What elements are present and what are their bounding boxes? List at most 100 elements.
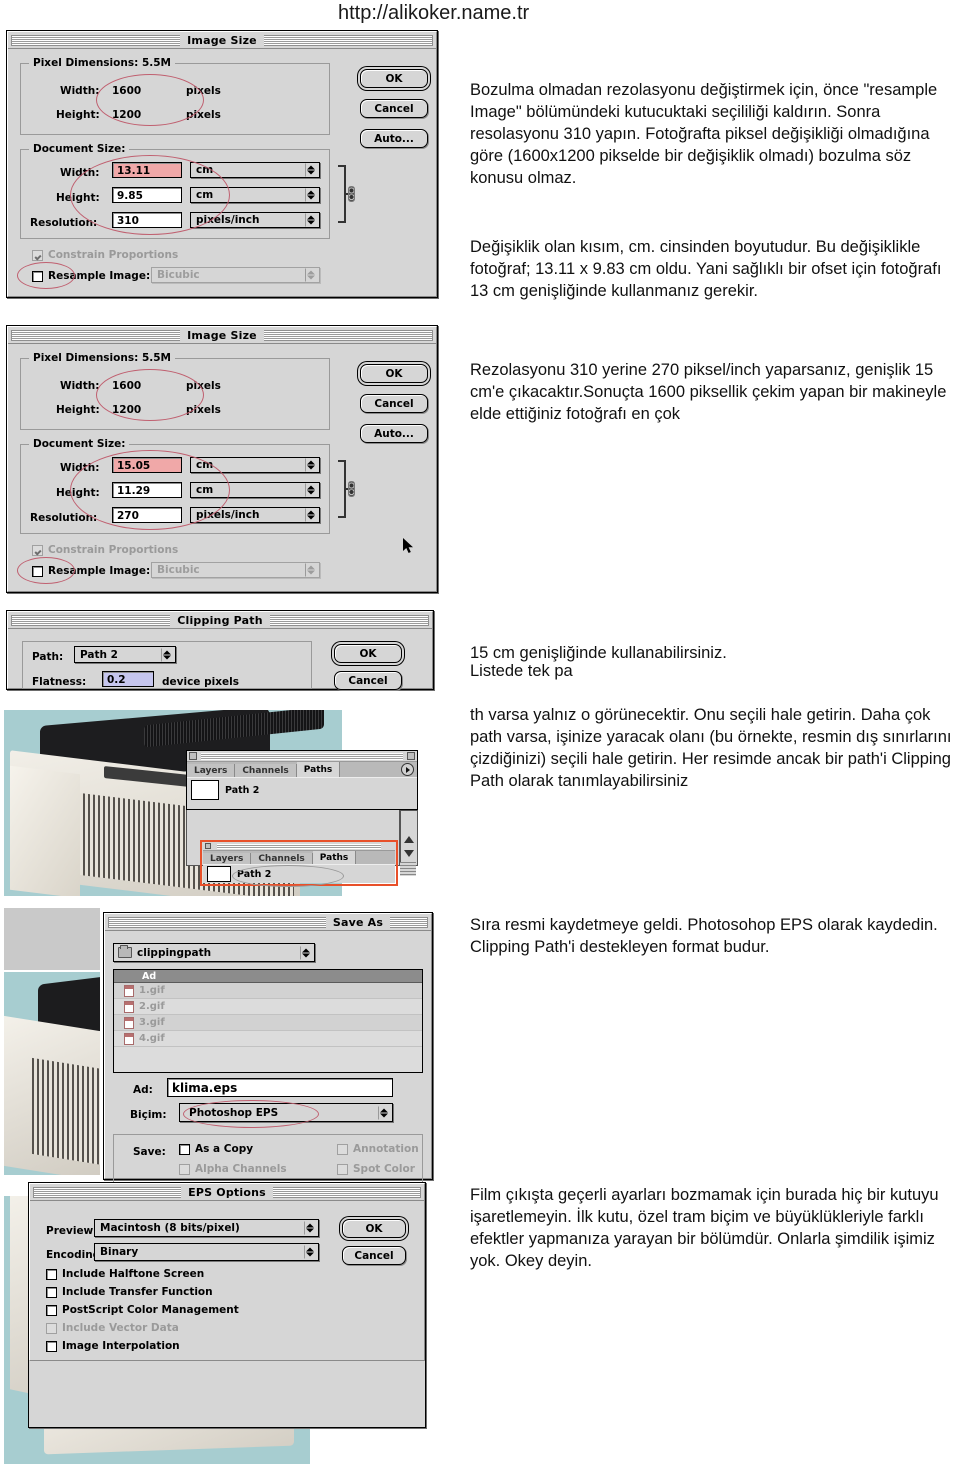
palette-titlebar[interactable] — [203, 843, 395, 851]
file-list-column-header[interactable]: Ad — [114, 970, 422, 983]
tab-channels[interactable]: Channels — [251, 853, 313, 864]
resample-image-checkbox[interactable]: Resample Image: — [32, 565, 150, 577]
mouse-cursor-icon — [403, 538, 413, 553]
checkbox-box — [32, 270, 43, 282]
doc-resolution-unit-select[interactable]: pixels/inch — [190, 212, 320, 228]
save-as-dialog[interactable]: Save As clippingpath Ad 1.gif 2.gif 3.gi… — [103, 912, 433, 1194]
cancel-button[interactable]: Cancel — [342, 1246, 406, 1265]
paragraph-2: Değişiklik olan kısım, cm. cinsinden boy… — [470, 238, 942, 300]
pixel-height-unit: pixels — [186, 109, 221, 121]
resample-method-select[interactable]: Bicubic — [151, 562, 320, 578]
resample-image-checkbox[interactable]: Resample Image: — [32, 270, 150, 282]
alpha-channels-checkbox[interactable]: Alpha Channels — [179, 1163, 287, 1175]
annotations-checkbox[interactable]: Annotation — [337, 1143, 419, 1155]
paths-palette-top[interactable]: Layers Channels Paths Path 2 — [186, 750, 418, 810]
cancel-button[interactable]: Cancel — [334, 671, 402, 690]
preview-select[interactable]: Macintosh (8 bits/pixel) — [94, 1219, 319, 1237]
doc-height-input[interactable]: 11.29 — [112, 482, 182, 498]
gif-file-icon — [124, 984, 134, 997]
ok-button[interactable]: OK — [342, 1219, 406, 1238]
doc-width-input[interactable]: 15.05 — [112, 457, 182, 473]
tab-channels[interactable]: Channels — [235, 764, 297, 777]
eps-options-panel-extension — [28, 1361, 426, 1428]
tab-layers[interactable]: Layers — [203, 853, 252, 864]
zoom-box-icon[interactable] — [407, 752, 415, 760]
pixel-dimensions-legend: Pixel Dimensions: 5.5M — [29, 352, 175, 364]
location-select[interactable]: clippingpath — [113, 943, 315, 962]
chevron-updown-icon — [378, 1106, 389, 1119]
doc-resolution-input[interactable]: 310 — [112, 212, 182, 228]
doc-resolution-input[interactable]: 270 — [112, 507, 182, 523]
auto-button[interactable]: Auto... — [360, 424, 428, 443]
tab-paths[interactable]: Paths — [296, 762, 341, 777]
cancel-button[interactable]: Cancel — [360, 99, 428, 118]
include-halftone-screen-checkbox[interactable]: Include Halftone Screen — [46, 1268, 204, 1280]
dialog-title: Clipping Path — [170, 613, 270, 627]
preview-value: Macintosh (8 bits/pixel) — [100, 1222, 240, 1234]
spot-color-label: Spot Color — [353, 1163, 415, 1175]
paths-palette-bottom[interactable]: Layers Channels Paths Path 2 — [203, 843, 395, 883]
file-list-item[interactable]: 4.gif — [114, 1031, 422, 1047]
constrain-proportions-checkbox[interactable]: Constrain Proportions — [32, 544, 178, 556]
ok-button[interactable]: OK — [334, 644, 402, 663]
tab-layers[interactable]: Layers — [187, 764, 236, 777]
file-name: 1.gif — [139, 985, 165, 996]
include-transfer-function-checkbox[interactable]: Include Transfer Function — [46, 1286, 213, 1298]
tab-paths[interactable]: Paths — [312, 851, 357, 864]
folder-icon — [118, 945, 132, 958]
as-a-copy-checkbox[interactable]: As a Copy — [179, 1143, 253, 1155]
palette-tabs[interactable]: Layers Channels Paths — [187, 762, 417, 777]
path-select[interactable]: Path 2 — [74, 646, 176, 663]
doc-width-input[interactable]: 13.11 — [112, 162, 182, 178]
scrollbar-down-arrow-icon[interactable] — [404, 850, 414, 857]
palette-titlebar[interactable] — [187, 751, 417, 762]
doc-resolution-unit-select[interactable]: pixels/inch — [190, 507, 320, 523]
path-name: Path 2 — [237, 868, 272, 880]
flatness-input[interactable]: 0.2 — [102, 671, 154, 687]
doc-height-unit-value: cm — [196, 189, 214, 201]
gif-file-icon — [124, 1032, 134, 1045]
annotations-label: Annotation — [353, 1143, 419, 1155]
file-list[interactable]: Ad 1.gif 2.gif 3.gif 4.gif — [113, 969, 423, 1073]
auto-button[interactable]: Auto... — [360, 129, 428, 148]
doc-width-unit-select[interactable]: cm — [190, 162, 320, 178]
dialog-title: Image Size — [180, 33, 264, 47]
ok-button[interactable]: OK — [360, 364, 428, 383]
file-name: 3.gif — [139, 1017, 165, 1028]
pixel-width-value: 1600 — [112, 85, 142, 97]
palette-side-icon[interactable] — [400, 862, 416, 876]
doc-height-input[interactable]: 9.85 — [112, 187, 182, 203]
scrollbar-up-arrow-icon[interactable] — [404, 836, 414, 843]
file-name-input[interactable]: klima.eps — [167, 1078, 393, 1097]
pixel-width-unit: pixels — [186, 380, 221, 392]
palette-menu-icon[interactable] — [401, 763, 414, 776]
doc-height-unit-select[interactable]: cm — [190, 482, 320, 498]
palette-tabs[interactable]: Layers Channels Paths — [203, 851, 395, 864]
file-list-item[interactable]: 1.gif — [114, 983, 422, 999]
doc-width-unit-select[interactable]: cm — [190, 457, 320, 473]
constrain-proportions-checkbox[interactable]: Constrain Proportions — [32, 249, 178, 261]
encoding-select[interactable]: Binary — [94, 1243, 319, 1261]
file-list-item[interactable]: 2.gif — [114, 999, 422, 1015]
image-size-dialog-2[interactable]: Image Size Pixel Dimensions: 5.5M Width:… — [6, 325, 438, 593]
cancel-button[interactable]: Cancel — [360, 394, 428, 413]
clipping-path-dialog[interactable]: Clipping Path Path: Path 2 Flatness: 0.2… — [6, 610, 434, 690]
format-select[interactable]: Photoshop EPS — [179, 1103, 393, 1122]
doc-resolution-label: Resolution: — [30, 512, 98, 524]
checkbox-box — [179, 1163, 190, 1175]
resample-method-select[interactable]: Bicubic — [151, 267, 320, 283]
eps-options-dialog[interactable]: EPS Options Preview: Macintosh (8 bits/p… — [28, 1182, 426, 1362]
image-size-dialog-1[interactable]: Image Size Pixel Dimensions: 5.5M Width:… — [6, 30, 438, 298]
postscript-color-management-checkbox[interactable]: PostScript Color Management — [46, 1304, 239, 1316]
path-list-item[interactable]: Path 2 — [187, 777, 417, 802]
collapse-box-icon[interactable] — [205, 843, 211, 849]
chevron-updown-icon — [304, 1245, 315, 1259]
file-list-item[interactable]: 3.gif — [114, 1015, 422, 1031]
path-list-item[interactable]: Path 2 — [203, 864, 395, 883]
doc-height-unit-select[interactable]: cm — [190, 187, 320, 203]
ok-button[interactable]: OK — [360, 69, 428, 88]
collapse-box-icon[interactable] — [189, 752, 197, 760]
pixel-height-value: 1200 — [112, 404, 142, 416]
image-interpolation-checkbox[interactable]: Image Interpolation — [46, 1340, 180, 1352]
spot-color-checkbox[interactable]: Spot Color — [337, 1163, 415, 1175]
